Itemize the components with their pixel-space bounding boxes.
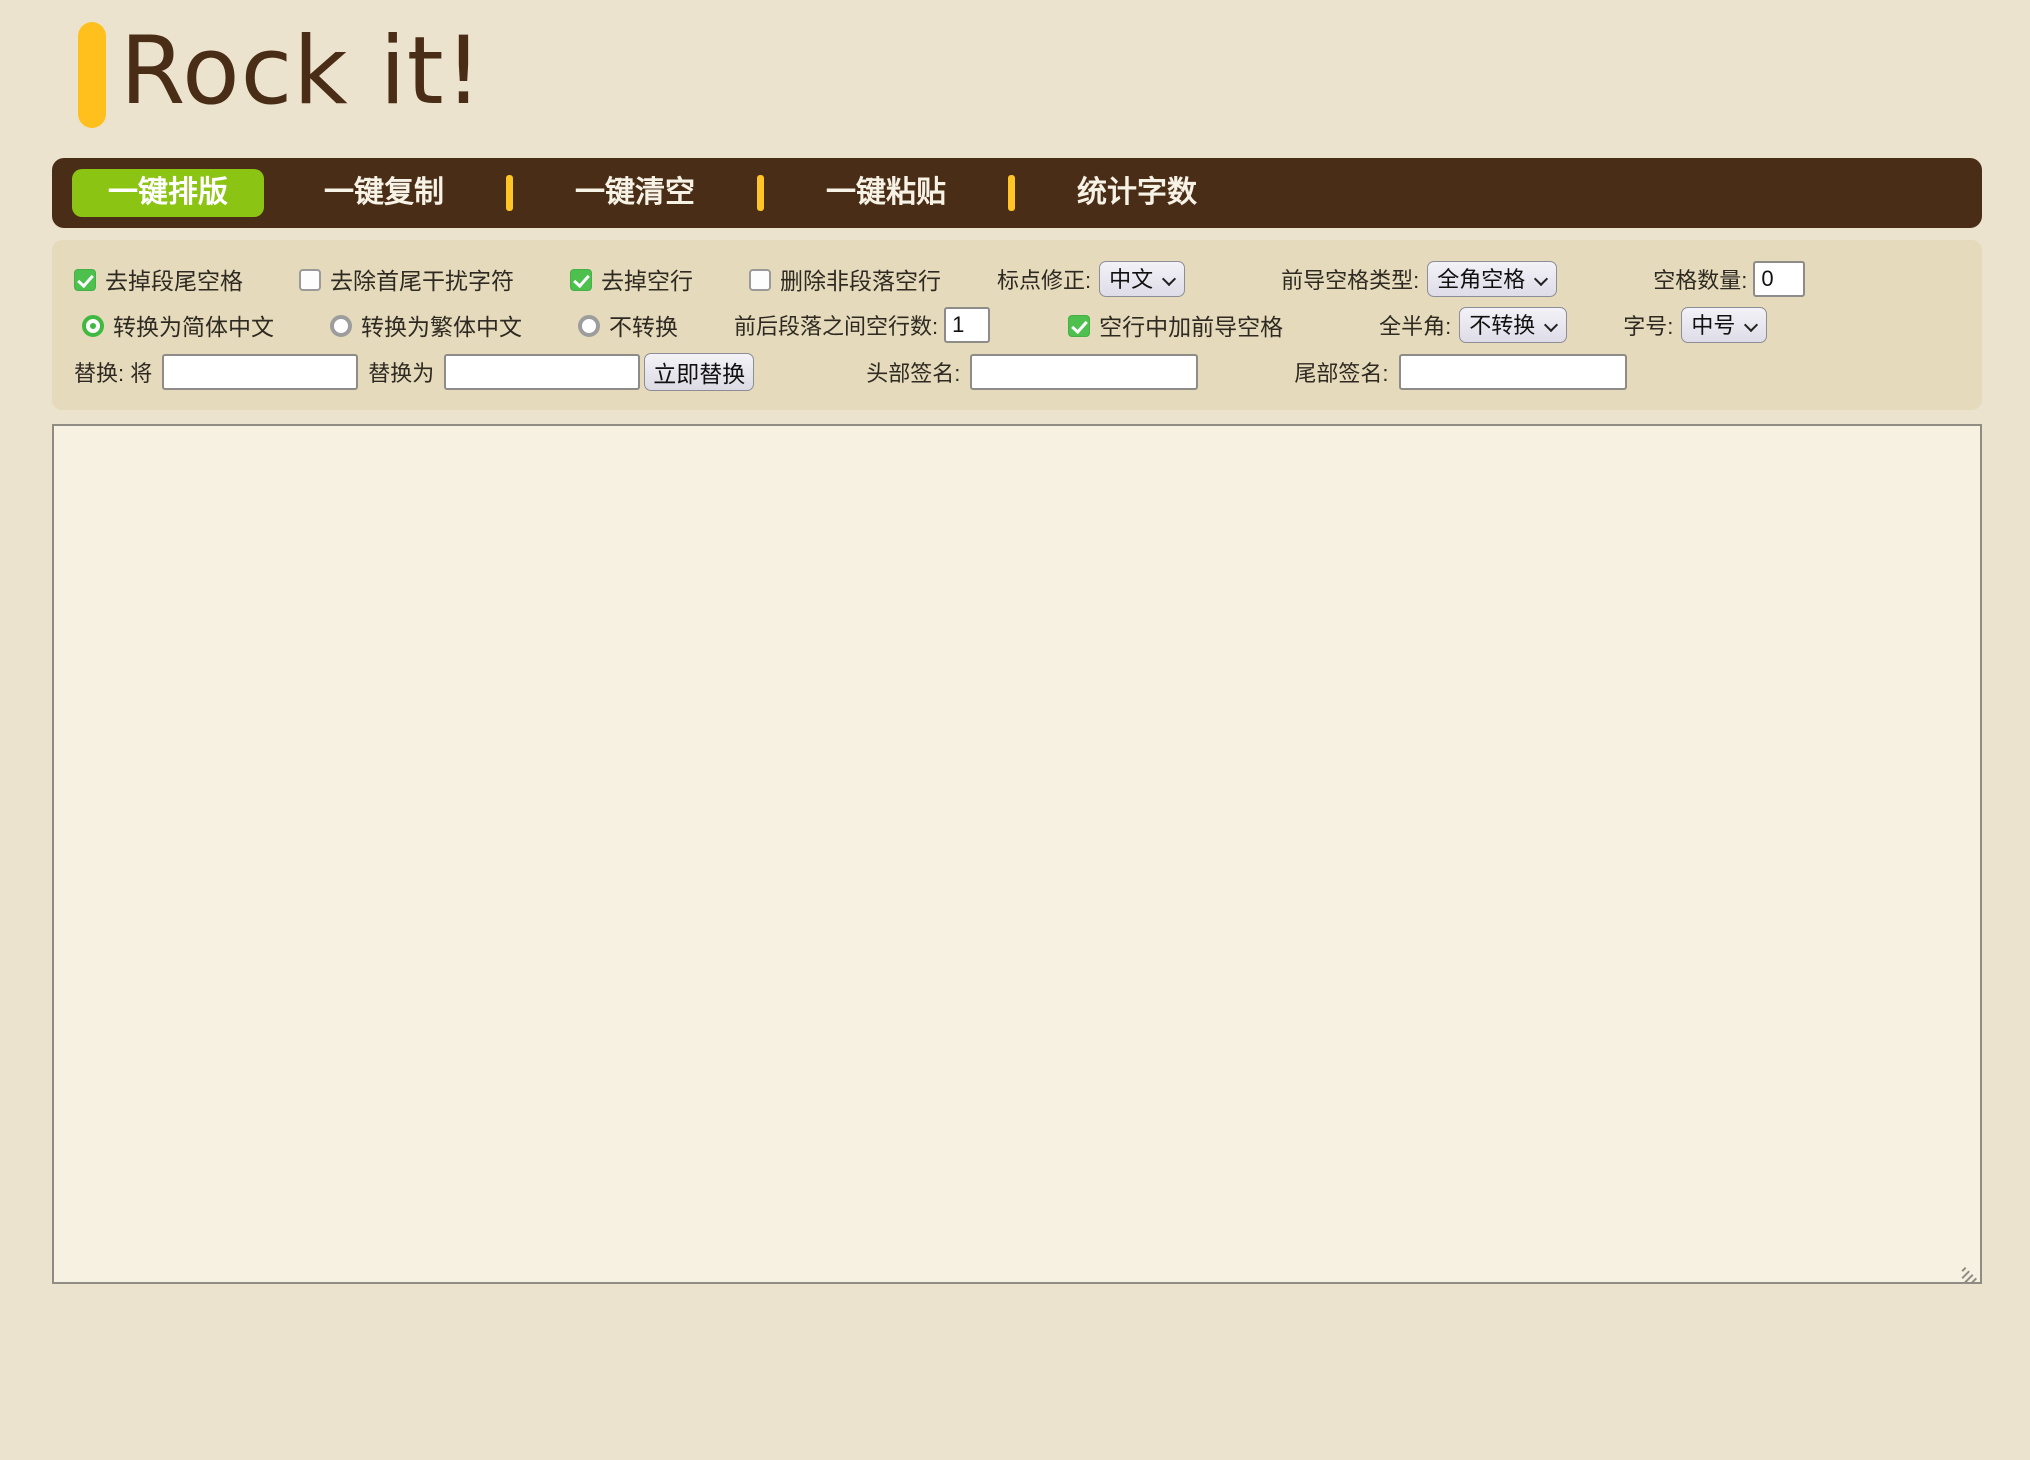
punctuation-select[interactable]: 中文 (1099, 261, 1186, 297)
radio-unselected-icon (578, 315, 600, 337)
checkbox-remove-blank-lines-label: 去掉空行 (601, 268, 693, 294)
head-signature-label: 头部签名: (866, 361, 961, 386)
replace-mid-label: 替换为 (368, 361, 435, 386)
checkbox-remove-nonparagraph-blank[interactable]: 删除非段落空行 (749, 262, 941, 296)
app-logo: Rock it! (0, 0, 2030, 132)
nav-item-paste[interactable]: 一键粘贴 (792, 169, 980, 217)
indent-type-select-wrap: 全角空格 (1427, 261, 1558, 297)
nav-separator-icon (506, 175, 513, 211)
checkbox-strip-edge-noise-label: 去除首尾干扰字符 (330, 268, 514, 294)
checkbox-strip-edge-noise[interactable]: 去除首尾干扰字符 (299, 262, 514, 296)
replace-from-input[interactable] (162, 354, 359, 390)
radio-unselected-icon (330, 315, 352, 337)
indent-type-label: 前导空格类型: (1281, 268, 1420, 293)
nav-item-clear[interactable]: 一键清空 (541, 169, 729, 217)
font-size-select-wrap: 中号 (1681, 307, 1768, 343)
punctuation-select-wrap: 中文 (1099, 261, 1186, 297)
nav-separator-icon (757, 175, 764, 211)
tail-signature-label: 尾部签名: (1294, 361, 1389, 386)
replace-to-input[interactable] (444, 354, 641, 390)
nav-separator-icon (1008, 175, 1015, 211)
checkbox-indent-blank-lines[interactable]: 空行中加前导空格 (1068, 308, 1283, 342)
checkbox-remove-nonparagraph-blank-label: 删除非段落空行 (780, 268, 941, 294)
checkbox-remove-blank-lines[interactable]: 去掉空行 (570, 262, 693, 296)
editor-panel (52, 424, 1982, 1284)
punctuation-label: 标点修正: (997, 268, 1092, 293)
options-row-1: 去掉段尾空格 去除首尾干扰字符 去掉空行 删除非段落空行 标点修正: 中文 前导… (74, 256, 1960, 302)
font-size-select[interactable]: 中号 (1681, 307, 1768, 343)
replace-prefix-label: 替换: 将 (74, 361, 153, 386)
logo-text: Rock it! (120, 17, 484, 126)
checkbox-checked-icon (570, 269, 592, 291)
blank-lines-between-label: 前后段落之间空行数: (734, 314, 939, 339)
checkbox-unchecked-icon (299, 269, 321, 291)
tail-signature-input[interactable] (1398, 354, 1627, 390)
width-convert-label: 全半角: (1379, 314, 1452, 339)
replace-now-button[interactable]: 立即替换 (644, 353, 755, 391)
main-toolbar: 一键排版 一键复制 一键清空 一键粘贴 统计字数 (52, 158, 1982, 228)
space-count-label: 空格数量: (1653, 268, 1748, 293)
radio-no-convert-label: 不转换 (609, 314, 678, 340)
nav-item-format[interactable]: 一键排版 (72, 169, 264, 217)
checkbox-unchecked-icon (749, 269, 771, 291)
radio-no-convert[interactable]: 不转换 (578, 308, 678, 342)
width-convert-select-wrap: 不转换 (1459, 307, 1568, 343)
radio-convert-simplified[interactable]: 转换为简体中文 (82, 308, 274, 342)
radio-selected-icon (82, 315, 104, 337)
radio-convert-traditional[interactable]: 转换为繁体中文 (330, 308, 522, 342)
options-row-2: 转换为简体中文 转换为繁体中文 不转换 前后段落之间空行数: 空行中加前导空格 … (74, 302, 1960, 348)
checkbox-checked-icon (74, 269, 96, 291)
indent-type-select[interactable]: 全角空格 (1427, 261, 1558, 297)
blank-lines-between-input[interactable] (944, 307, 991, 343)
nav-item-copy[interactable]: 一键复制 (290, 169, 478, 217)
options-row-3: 替换: 将 替换为 立即替换 头部签名: 尾部签名: (74, 348, 1960, 396)
main-textarea[interactable] (54, 426, 1980, 1282)
checkbox-trim-trailing-space-label: 去掉段尾空格 (105, 268, 243, 294)
nav-item-word-count[interactable]: 统计字数 (1043, 169, 1231, 217)
checkbox-indent-blank-lines-label: 空行中加前导空格 (1099, 314, 1284, 340)
checkbox-trim-trailing-space[interactable]: 去掉段尾空格 (74, 262, 243, 296)
radio-convert-traditional-label: 转换为繁体中文 (361, 314, 522, 340)
font-size-label: 字号: (1623, 314, 1674, 339)
radio-convert-simplified-label: 转换为简体中文 (113, 314, 274, 340)
head-signature-input[interactable] (970, 354, 1199, 390)
checkbox-checked-icon (1068, 315, 1091, 337)
space-count-input[interactable] (1753, 261, 1806, 297)
width-convert-select[interactable]: 不转换 (1459, 307, 1568, 343)
options-panel: 去掉段尾空格 去除首尾干扰字符 去掉空行 删除非段落空行 标点修正: 中文 前导… (52, 240, 1982, 410)
logo-accent-bar (78, 22, 106, 128)
